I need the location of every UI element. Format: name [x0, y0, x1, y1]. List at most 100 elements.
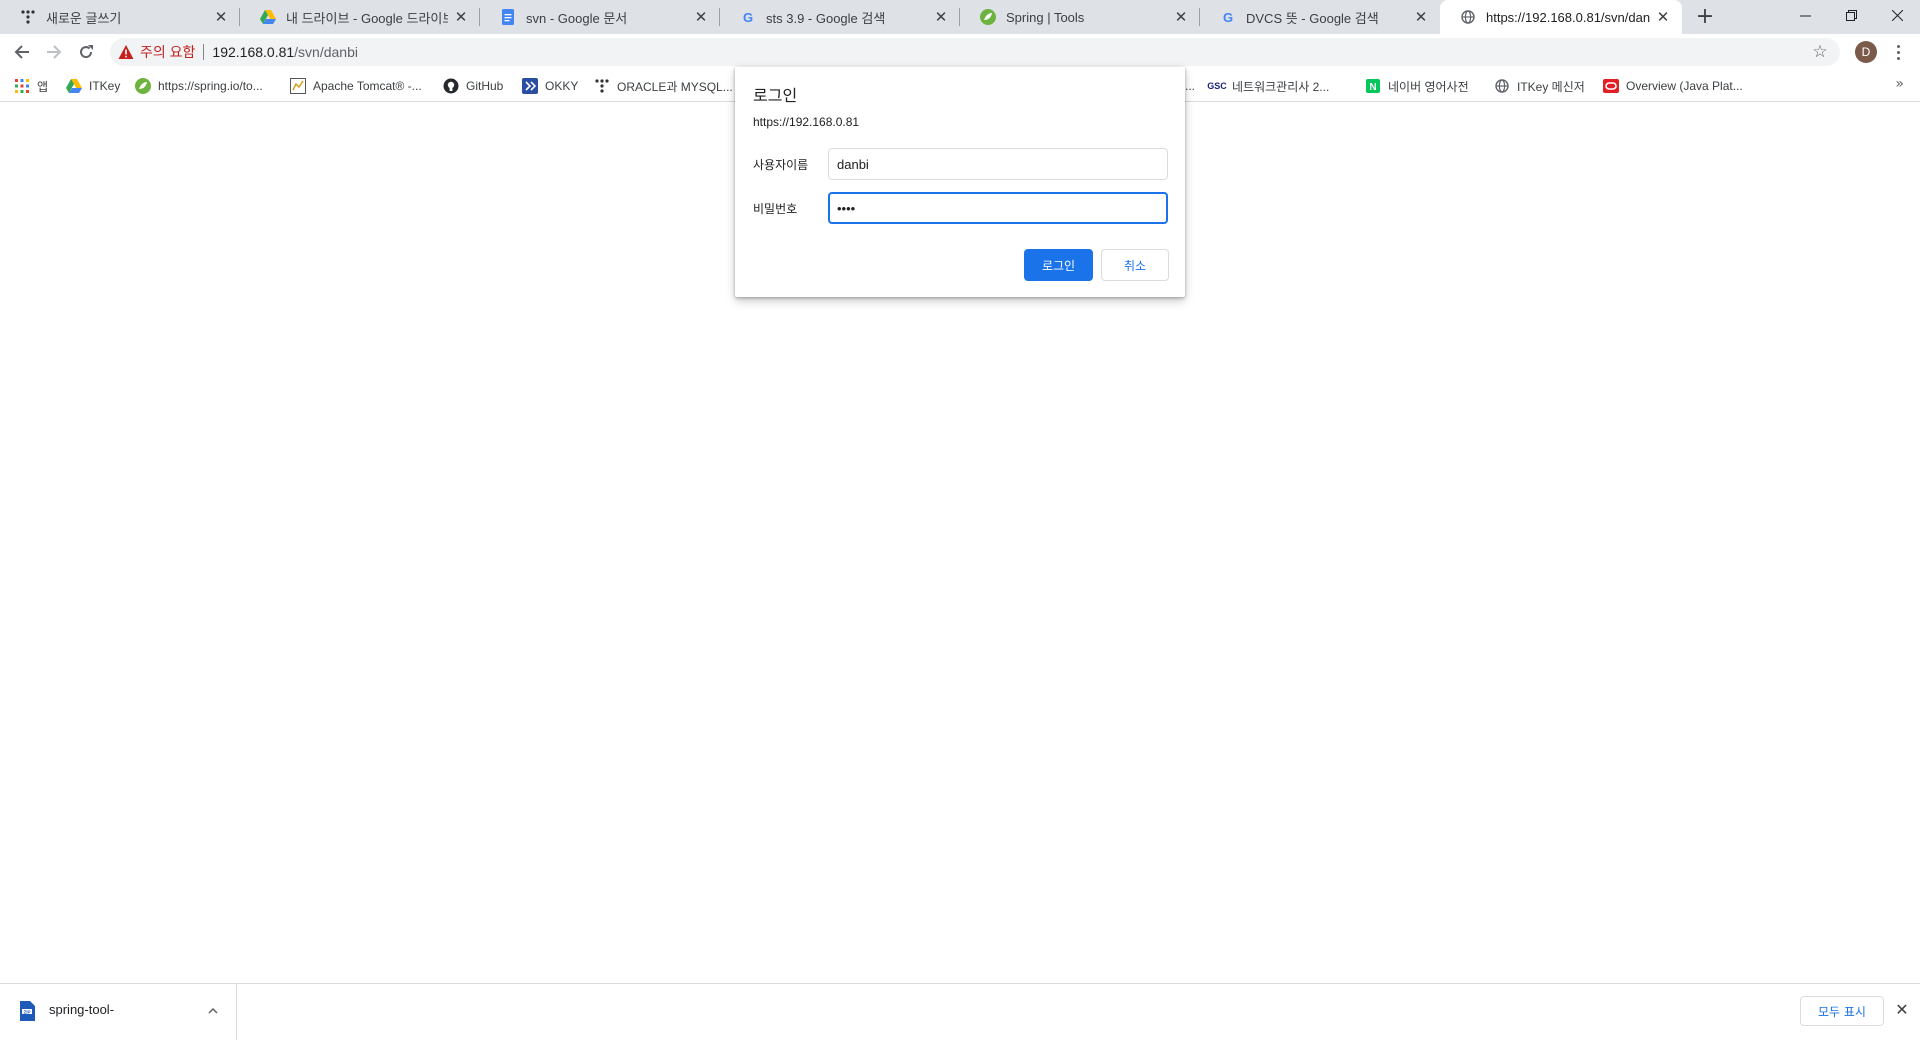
bookmark-naver-dict[interactable]: N 네이버 영어사전 — [1365, 76, 1469, 96]
bookmark-itkey-messenger[interactable]: ITKey 메신저 — [1494, 76, 1585, 96]
tab-title: svn - Google 문서 — [526, 10, 628, 26]
browser-toolbar: 주의 요함 192.168.0.81 /svn/danbi ☆ D — [0, 34, 1920, 70]
close-icon[interactable]: ✕ — [452, 8, 470, 26]
username-field[interactable] — [828, 148, 1168, 180]
google-drive-icon — [260, 9, 276, 25]
svg-text:ZIP: ZIP — [23, 1009, 30, 1014]
url-host: 192.168.0.81 — [212, 44, 295, 60]
download-item[interactable]: ZIP spring-tool- — [0, 984, 237, 1040]
tab-google-drive[interactable]: 내 드라이브 - Google 드라이브 ✕ — [240, 0, 480, 34]
back-arrow-icon[interactable] — [8, 38, 36, 66]
tab-google-docs[interactable]: svn - Google 문서 ✕ — [480, 0, 720, 34]
bookmark-hidden[interactable]: ... — [1185, 76, 1195, 96]
bookmark-itkey[interactable]: ITKey — [66, 76, 120, 96]
download-shelf: ZIP spring-tool- 모두 표시 ✕ — [0, 983, 1920, 1040]
minimize-icon[interactable] — [1782, 0, 1828, 30]
tab-spring-tools[interactable]: Spring | Tools ✕ — [960, 0, 1200, 34]
warning-triangle-icon — [118, 45, 134, 59]
tab-title: sts 3.9 - Google 검색 — [766, 10, 886, 26]
new-tab-button[interactable]: + — [1692, 4, 1718, 30]
globe-icon — [1494, 78, 1510, 94]
bookmark-star-icon[interactable]: ☆ — [1810, 42, 1830, 62]
google-icon: G — [740, 9, 756, 25]
login-dialog: 로그인 https://192.168.0.81 사용자이름 비밀번호 로그인 … — [735, 67, 1185, 297]
bookmark-apps[interactable]: 앱 — [14, 76, 48, 96]
download-file-name: spring-tool- — [49, 1002, 115, 1017]
zip-file-icon: ZIP — [20, 1001, 35, 1021]
svg-text:G: G — [1223, 10, 1233, 24]
tab-title: Spring | Tools — [1006, 9, 1085, 25]
profile-avatar[interactable]: D — [1855, 41, 1877, 63]
google-icon: G — [1220, 9, 1236, 25]
forward-arrow-icon[interactable] — [40, 38, 68, 66]
close-icon[interactable]: ✕ — [692, 8, 710, 26]
cancel-button[interactable]: 취소 — [1101, 249, 1169, 281]
tistory-icon — [594, 78, 610, 94]
tomcat-icon — [290, 78, 306, 94]
dialog-origin: https://192.168.0.81 — [753, 115, 860, 129]
password-field[interactable] — [828, 192, 1168, 224]
close-icon[interactable]: ✕ — [1172, 8, 1190, 26]
bookmark-label: 네이버 영어사전 — [1388, 79, 1469, 94]
close-icon[interactable]: ✕ — [932, 8, 950, 26]
github-icon — [443, 78, 459, 94]
omnibox-divider — [203, 44, 205, 60]
address-bar[interactable]: 주의 요함 192.168.0.81 /svn/danbi ☆ — [110, 38, 1840, 66]
close-icon[interactable]: ✕ — [1892, 1000, 1912, 1020]
restore-icon[interactable] — [1828, 0, 1874, 30]
tab-new-post[interactable]: 새로운 글쓰기 ✕ — [0, 0, 240, 34]
bookmark-network-admin[interactable]: GSC 네트워크관리사 2... — [1207, 76, 1330, 96]
bookmark-label: GitHub — [466, 79, 504, 93]
password-label: 비밀번호 — [753, 202, 798, 216]
svg-text:N: N — [1369, 82, 1376, 93]
apps-grid-icon — [14, 78, 30, 94]
show-all-downloads-button[interactable]: 모두 표시 — [1800, 996, 1884, 1026]
dialog-title: 로그인 — [753, 86, 798, 105]
oracle-icon — [1603, 78, 1619, 94]
tab-google-search-dvcs[interactable]: G DVCS 뜻 - Google 검색 ✕ — [1200, 0, 1440, 34]
bookmark-label: 앱 — [37, 79, 49, 94]
bookmark-github[interactable]: GitHub — [443, 76, 503, 96]
bookmark-label: OKKY — [545, 79, 579, 93]
bookmark-okky[interactable]: OKKY — [522, 76, 578, 96]
naver-dict-icon: N — [1365, 78, 1381, 94]
svg-text:G: G — [743, 10, 753, 24]
bookmark-label: Overview (Java Plat... — [1626, 79, 1743, 93]
bookmark-label: ... — [1185, 79, 1196, 93]
bookmark-oracle-mysql[interactable]: ORACLE과 MYSQL... — [594, 76, 733, 96]
tab-svn-danbi[interactable]: https://192.168.0.81/svn/danbi ✕ — [1440, 0, 1682, 34]
bookmark-label: Apache Tomcat® -... — [313, 79, 422, 93]
bookmark-label: ITKey 메신저 — [1517, 79, 1585, 94]
spring-icon — [135, 78, 151, 94]
more-menu-icon[interactable] — [1888, 40, 1908, 64]
bookmark-spring[interactable]: https://spring.io/to... — [135, 76, 263, 96]
window-close-icon[interactable] — [1874, 0, 1920, 30]
close-icon[interactable]: ✕ — [1654, 8, 1672, 26]
tab-title: https://192.168.0.81/svn/danbi — [1486, 9, 1650, 25]
gsc-icon: GSC — [1207, 81, 1227, 91]
bookmark-tomcat[interactable]: Apache Tomcat® -... — [290, 76, 422, 96]
tistory-icon — [20, 9, 36, 25]
bookmark-label: ITKey — [89, 79, 121, 93]
close-icon[interactable]: ✕ — [1412, 8, 1430, 26]
google-drive-icon — [66, 78, 82, 94]
reload-icon[interactable] — [72, 38, 100, 66]
close-icon[interactable]: ✕ — [212, 8, 230, 26]
tab-title: 새로운 글쓰기 — [46, 10, 122, 26]
bookmarks-overflow-icon[interactable]: » — [1895, 76, 1904, 92]
bookmark-label: ORACLE과 MYSQL... — [617, 79, 733, 94]
spring-icon — [980, 9, 996, 25]
security-warning[interactable]: 주의 요함 — [140, 42, 195, 62]
tab-title: DVCS 뜻 - Google 검색 — [1246, 10, 1379, 26]
username-label: 사용자이름 — [753, 158, 809, 172]
globe-icon — [1460, 9, 1476, 25]
bookmark-java-overview[interactable]: Overview (Java Plat... — [1603, 76, 1743, 96]
tab-title: 내 드라이브 - Google 드라이브 — [286, 10, 448, 26]
google-docs-icon — [500, 9, 516, 25]
login-button[interactable]: 로그인 — [1024, 249, 1093, 281]
bookmark-label: 네트워크관리사 2... — [1232, 79, 1330, 94]
okky-icon — [522, 78, 538, 94]
tab-strip: 새로운 글쓰기 ✕ 내 드라이브 - Google 드라이브 ✕ svn - G… — [0, 0, 1920, 34]
chevron-up-icon[interactable] — [205, 1000, 221, 1020]
tab-google-search-sts[interactable]: G sts 3.9 - Google 검색 ✕ — [720, 0, 960, 34]
